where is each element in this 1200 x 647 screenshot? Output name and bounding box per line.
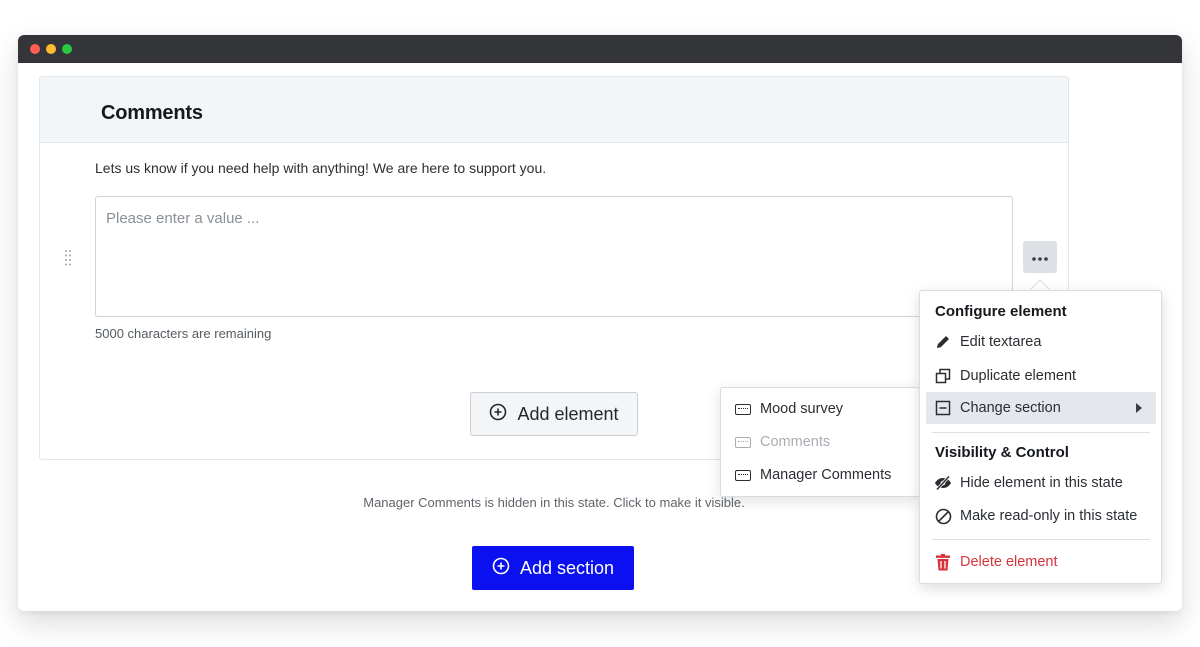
menu-divider xyxy=(932,432,1150,433)
help-text: Lets us know if you need help with anyth… xyxy=(95,160,547,176)
pencil-icon xyxy=(934,333,952,351)
window-titlebar xyxy=(18,35,1182,63)
more-horizontal-icon xyxy=(1032,248,1048,266)
section-icon xyxy=(735,403,751,415)
configure-element-heading: Configure element xyxy=(935,303,1067,320)
drag-handle-icon[interactable] xyxy=(64,249,72,267)
section-icon xyxy=(735,469,751,481)
add-element-button[interactable]: Add element xyxy=(470,392,638,436)
element-context-menu: Configure element Edit textarea Duplicat… xyxy=(919,290,1162,584)
trash-icon xyxy=(934,553,952,571)
minimize-window-dot[interactable] xyxy=(46,44,56,54)
caret-right-icon xyxy=(1136,403,1142,413)
copy-icon xyxy=(934,367,952,385)
duplicate-element-label: Duplicate element xyxy=(960,368,1077,384)
make-readonly-item[interactable]: Make read-only in this state xyxy=(926,500,1156,532)
more-options-button[interactable] xyxy=(1023,241,1057,273)
change-section-label: Change section xyxy=(960,400,1061,416)
delete-element-item[interactable]: Delete element xyxy=(926,546,1156,578)
maximize-window-dot[interactable] xyxy=(62,44,72,54)
edit-textarea-item[interactable]: Edit textarea xyxy=(926,326,1156,358)
change-section-item[interactable]: Change section xyxy=(926,392,1156,424)
hide-element-label: Hide element in this state xyxy=(960,475,1123,491)
make-readonly-label: Make read-only in this state xyxy=(960,508,1138,524)
submenu-item-manager-comments[interactable]: Manager Comments xyxy=(721,460,919,490)
eye-slash-icon xyxy=(934,474,952,492)
close-window-dot[interactable] xyxy=(30,44,40,54)
ban-icon xyxy=(934,507,952,525)
section-icon xyxy=(735,436,751,448)
edit-textarea-label: Edit textarea xyxy=(960,334,1042,350)
add-section-label: Add section xyxy=(519,557,615,578)
change-section-submenu: Mood survey Comments Manager Comments xyxy=(720,387,920,497)
plus-circle-icon xyxy=(492,557,510,580)
visibility-heading: Visibility & Control xyxy=(935,444,1069,461)
characters-remaining: 5000 characters are remaining xyxy=(95,326,272,341)
delete-element-label: Delete element xyxy=(960,554,1058,570)
hide-element-item[interactable]: Hide element in this state xyxy=(926,467,1156,499)
duplicate-element-item[interactable]: Duplicate element xyxy=(926,360,1156,392)
submenu-item-comments: Comments xyxy=(721,427,919,457)
section-icon xyxy=(934,399,952,417)
section-title: Comments xyxy=(101,102,203,124)
add-element-label: Add element xyxy=(517,403,619,424)
submenu-item-mood-survey[interactable]: Mood survey xyxy=(721,394,919,424)
section-header: Comments xyxy=(40,77,1068,143)
plus-circle-icon xyxy=(489,403,507,426)
menu-divider xyxy=(932,539,1150,540)
add-section-button[interactable]: Add section xyxy=(472,546,634,590)
submenu-item-label: Manager Comments xyxy=(760,467,892,483)
submenu-item-label: Comments xyxy=(760,434,831,450)
submenu-item-label: Mood survey xyxy=(760,401,844,417)
comments-textarea[interactable] xyxy=(95,196,1013,317)
